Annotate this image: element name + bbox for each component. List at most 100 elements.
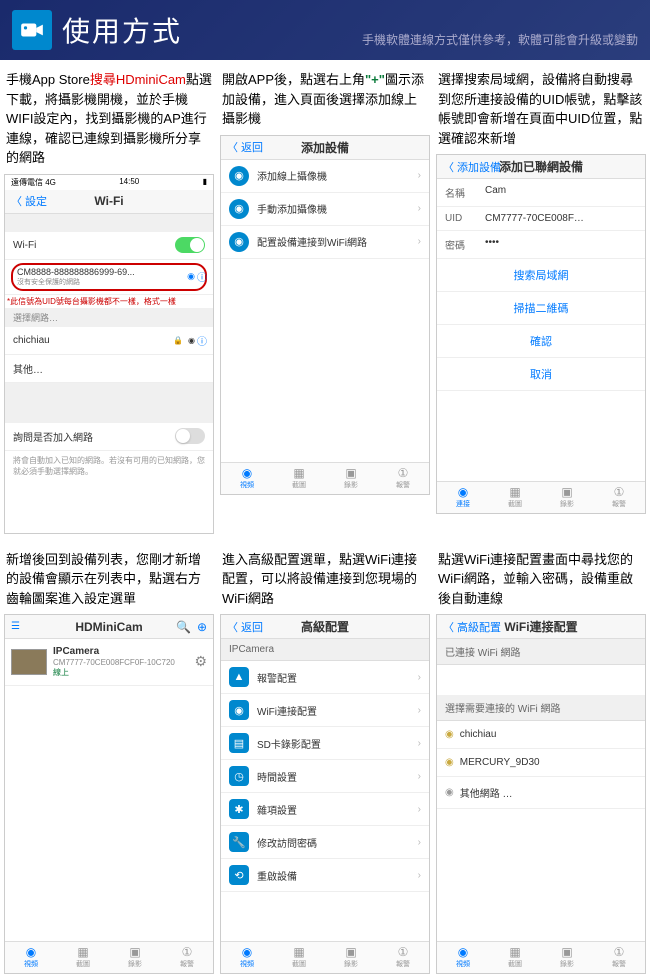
tab-video[interactable]: ◉視頻 (221, 942, 273, 973)
desc-r2c3: 點選WiFi連接配置畫面中尋找您的WiFi網路，並輸入密碼，設備重啟後自動連線 (436, 546, 646, 615)
back-button[interactable]: 〈 返回 (227, 139, 263, 155)
cancel-button[interactable]: 取消 (437, 358, 645, 391)
field-password[interactable]: 密碼•••• (437, 231, 645, 259)
tab-snap[interactable]: ▦截圖 (489, 942, 541, 973)
tab-snap[interactable]: ▦截圖 (489, 482, 541, 513)
camera-logo-icon (12, 10, 52, 50)
tl: 截圖 (508, 499, 522, 509)
menu-icon[interactable]: ☰ (11, 621, 20, 632)
tl: 錄影 (344, 480, 358, 490)
info-icon[interactable]: ⓘ (197, 333, 207, 348)
wifi-strength-icon: ◉ (445, 729, 454, 740)
confirm-button[interactable]: 確認 (437, 325, 645, 358)
config-wifi-item[interactable]: ◉ 配置設備連接到WiFi網路 › (221, 226, 429, 259)
row-2: 新增後回到設備列表，您剛才新增的設備會顯示在列表中，點選右方齒輪圖案進入設定選單… (0, 540, 650, 980)
wifi-toggle-row[interactable]: Wi-Fi (5, 232, 213, 260)
tab-alarm[interactable]: ①報警 (377, 463, 429, 494)
misc-config[interactable]: ✱雜項設置› (221, 793, 429, 826)
tab-snap[interactable]: ▦截圖 (273, 463, 325, 494)
field-uid[interactable]: UIDCM7777-70CE008F… (437, 207, 645, 231)
network-item[interactable]: chichiau 🔒 ◉ ⓘ (5, 327, 213, 355)
ssid-sub: 沒有安全保護的網路 (17, 277, 201, 287)
tab-video[interactable]: ◉視頻 (5, 942, 57, 973)
add-online-camera[interactable]: ◉ 添加線上攝像機 › (221, 160, 429, 193)
fv: CM7777-70CE008F… (485, 213, 637, 224)
wifi-option[interactable]: ◉MERCURY_9D30 (437, 749, 645, 777)
cam-status: 線上 (53, 668, 188, 678)
nav-bar: 〈 返回 添加設備 (221, 136, 429, 160)
search-lan-button[interactable]: 搜索局域網 (437, 259, 645, 292)
wifi-config[interactable]: ◉WiFi連接配置› (221, 694, 429, 727)
tl: 視頻 (240, 959, 254, 969)
tab-alarm[interactable]: ①報警 (593, 942, 645, 973)
back-button[interactable]: 〈 返回 (227, 619, 263, 635)
tl: 視頻 (456, 959, 470, 969)
back-button[interactable]: 〈 添加設備 (443, 159, 501, 175)
ask-join-toggle[interactable] (175, 428, 205, 444)
r1c3: 選擇搜索局域網，設備將自動搜尋到您所連接設備的UID帳號，點擊該帳號即會新增在頁… (436, 66, 646, 534)
chevron-right-icon: › (418, 837, 421, 848)
camera-item[interactable]: IPCamera CM7777-70CE008FCF0F-10C720 線上 ⚙ (5, 639, 213, 686)
scan-qr-button[interactable]: 掃描二維碼 (437, 292, 645, 325)
r2c1: 新增後回到設備列表，您剛才新增的設備會顯示在列表中，點選右方齒輪圖案進入設定選單… (4, 546, 214, 975)
wn: MERCURY_9D30 (460, 757, 540, 768)
time-config[interactable]: ◷時間設置› (221, 760, 429, 793)
tl: 截圖 (76, 959, 90, 969)
video-icon: ◉ (458, 946, 468, 958)
conn-icon: ◉ (458, 486, 468, 498)
row-1: 手機App Store搜尋HDminiCam點選下載，將攝影機開機，並於手機WI… (0, 60, 650, 540)
ask-join-row[interactable]: 詢問是否加入網路 (5, 423, 213, 451)
status-bar: 遠傳電信 4G 14:50 ▮ (5, 175, 213, 190)
alarm-config[interactable]: ▲報警配置› (221, 661, 429, 694)
cam-name: IPCamera (53, 645, 188, 658)
tab-rec[interactable]: ▣錄影 (541, 482, 593, 513)
tab-conn[interactable]: ◉連接 (437, 482, 489, 513)
chevron-right-icon: › (418, 771, 421, 782)
tab-rec[interactable]: ▣錄影 (541, 942, 593, 973)
wifi-label: Wi-Fi (13, 240, 36, 251)
back-button[interactable]: 〈 設定 (11, 193, 47, 209)
tab-snap[interactable]: ▦截圖 (273, 942, 325, 973)
tab-alarm[interactable]: ①報警 (161, 942, 213, 973)
snap-icon: ▦ (509, 486, 520, 498)
gear-icon[interactable]: ⚙ (194, 653, 207, 670)
wifi-icon: ◉ (229, 700, 249, 720)
fl: UID (445, 213, 485, 224)
r1c2: 開啟APP後，點選右上角"+"圖示添加設備，進入頁面後選擇添加線上攝影機 〈 返… (220, 66, 430, 534)
sd-config[interactable]: ▤SD卡錄影配置› (221, 727, 429, 760)
page-title: 使用方式 (62, 10, 182, 50)
tab-alarm[interactable]: ①報警 (377, 942, 429, 973)
r1c1: 手機App Store搜尋HDminiCam點選下載，將攝影機開機，並於手機WI… (4, 66, 214, 534)
wifi-icon: ◉ (188, 336, 195, 345)
connected-ssid[interactable]: CM8888-888888886999-69... 沒有安全保護的網路 ◉ ⓘ (5, 260, 213, 295)
add-icon[interactable]: ⊕ (197, 620, 207, 634)
tab-snap[interactable]: ▦截圖 (57, 942, 109, 973)
rec-icon: ▣ (129, 946, 140, 958)
password-config[interactable]: 🔧修改訪問密碼› (221, 826, 429, 859)
il: 重啟設備 (257, 868, 297, 883)
tab-rec[interactable]: ▣錄影 (325, 463, 377, 494)
info-icon[interactable]: ⓘ (197, 269, 207, 284)
add-manual-camera[interactable]: ◉ 手動添加攝像機 › (221, 193, 429, 226)
tab-rec[interactable]: ▣錄影 (109, 942, 161, 973)
ask-join-label: 詢問是否加入網路 (13, 429, 93, 444)
tab-video[interactable]: ◉視頻 (221, 463, 273, 494)
il: 報警配置 (257, 670, 297, 685)
tl: 錄影 (128, 959, 142, 969)
tab-video[interactable]: ◉視頻 (437, 942, 489, 973)
snap-icon: ▦ (77, 946, 88, 958)
video-icon: ◉ (242, 467, 252, 479)
search-icon[interactable]: 🔍 (176, 620, 191, 634)
wifi-option[interactable]: ◉chichiau (437, 721, 645, 749)
tab-rec[interactable]: ▣錄影 (325, 942, 377, 973)
tab-alarm[interactable]: ①報警 (593, 482, 645, 513)
il: SD卡錄影配置 (257, 736, 321, 751)
back-button[interactable]: 〈 高級配置 (443, 619, 501, 635)
field-name[interactable]: 名稱Cam (437, 179, 645, 207)
reboot-device[interactable]: ⟲重啟設備› (221, 859, 429, 892)
wifi-toggle-on[interactable] (175, 237, 205, 253)
network-other[interactable]: 其他… (5, 355, 213, 383)
wifi-other[interactable]: ◉其他網路 … (437, 777, 645, 809)
desc-r1c2: 開啟APP後，點選右上角"+"圖示添加設備，進入頁面後選擇添加線上攝影機 (220, 66, 430, 135)
desc-r2c2: 進入高級配置選單，點選WiFi連接配置，可以將設備連接到您現場的WiFi網路 (220, 546, 430, 615)
